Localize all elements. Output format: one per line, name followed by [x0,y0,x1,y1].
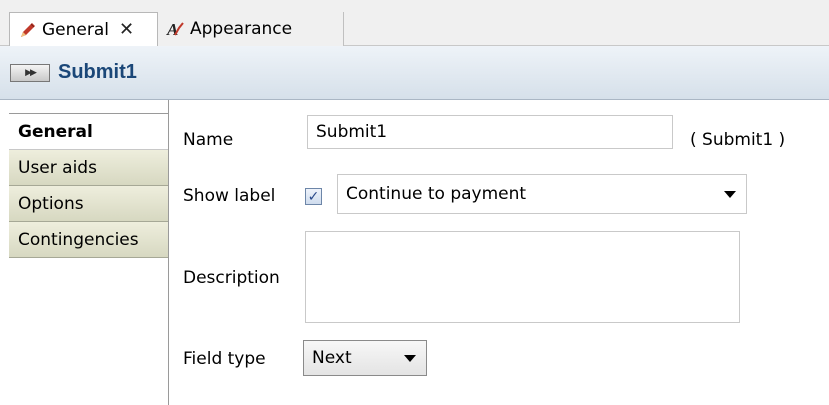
show-label-label: Show label [183,186,276,206]
show-label-checkbox[interactable]: ✓ [305,188,322,205]
field-type-select[interactable]: Next [303,340,427,376]
tab-label: Appearance [190,19,293,39]
pencil-icon [18,20,38,40]
name-alias: ( Submit1 ) [690,130,786,150]
close-icon[interactable]: ✕ [119,19,134,40]
name-input[interactable]: Submit1 [307,115,673,149]
description-textarea[interactable] [305,231,740,323]
field-type-value: Next [312,348,352,368]
properties-nav: General User aids Options Contingencies [9,100,169,405]
tab-general[interactable]: General ✕ [9,12,158,46]
editor-tabstrip: General ✕ A Appearance [0,0,829,46]
nav-item-contingencies[interactable]: Contingencies [9,222,168,258]
description-label: Description [183,268,280,288]
nav-spacer [9,100,168,114]
element-header: ▶▶ Submit1 [0,46,829,100]
svg-text:A: A [166,20,178,39]
chevron-down-icon [724,191,736,198]
page-title: Submit1 [58,61,137,83]
field-type-label: Field type [183,349,266,369]
submit-button-icon: ▶▶ [10,63,50,82]
tab-label: General [42,19,109,40]
nav-item-user-aids[interactable]: User aids [9,150,168,186]
nav-item-options[interactable]: Options [9,186,168,222]
show-label-value: Continue to payment [346,184,527,204]
show-label-select[interactable]: Continue to payment [337,174,747,214]
font-style-icon: A [166,19,186,39]
tab-appearance[interactable]: A Appearance [158,12,344,46]
name-label: Name [183,130,234,150]
nav-item-general[interactable]: General [9,114,168,150]
chevron-down-icon [404,355,416,362]
